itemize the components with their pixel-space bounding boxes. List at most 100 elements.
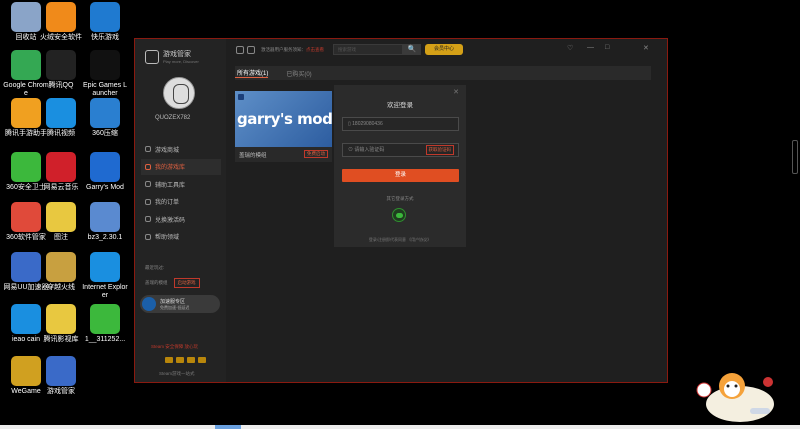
desktop-icon[interactable]: 快乐游戏: [82, 2, 128, 42]
desktop-icon[interactable]: 火绒安全软件: [38, 2, 84, 42]
game-card[interactable]: garry's mod 盖瑞的模组 免费启动: [235, 91, 332, 162]
redeem-icon: [145, 216, 151, 222]
store-icon: [145, 146, 151, 152]
desktop-icon[interactable]: 游戏管家: [38, 356, 84, 396]
accelerator-zone[interactable]: 加速服专区 免费加速·低延迟: [140, 295, 220, 313]
recycle-bin-icon: [11, 2, 41, 32]
refresh-icon[interactable]: [247, 46, 255, 54]
sidebar-item-help[interactable]: 帮助领域: [141, 229, 221, 245]
sidebar-item-library[interactable]: 我的游戏库: [141, 158, 221, 175]
scrollbar[interactable]: [792, 140, 798, 174]
code-placeholder: 请输入验证码: [354, 147, 385, 153]
orders-icon: [145, 198, 151, 205]
folder-icon: [46, 304, 76, 334]
desktop-icon-label: 腾讯影视库: [43, 336, 79, 343]
desktop-icon-label: bz3_2.30.1: [87, 234, 123, 241]
sidebar-item-store[interactable]: 游戏商城: [141, 141, 221, 157]
netease-music-icon: [46, 152, 76, 182]
library-tabs: 所有游戏(1) 已购买(0): [235, 66, 651, 80]
desktop-icon-label: Epic Games Launcher: [83, 82, 127, 97]
sidebar-item-redeem[interactable]: 兑换激活码: [141, 211, 221, 227]
tencent-video-icon: [46, 98, 76, 128]
taskbar: [0, 425, 800, 429]
vip-button[interactable]: 会员中心: [425, 44, 463, 55]
taskbar-item[interactable]: [215, 425, 241, 429]
sidebar-item-label: 帮助领域: [155, 235, 180, 241]
desktop-icon[interactable]: 腾讯QQ: [38, 50, 84, 90]
close-icon[interactable]: ✕: [453, 88, 459, 96]
brand-title: 游戏管家: [163, 51, 191, 58]
app-icon: [90, 202, 120, 232]
desktop-icon[interactable]: 腾讯影视库: [38, 304, 84, 344]
uu-icon: [11, 252, 41, 282]
close-icon[interactable]: ✕: [643, 44, 649, 52]
agreement-text[interactable]: 登录/注册即代表同意 《用户协议》: [334, 237, 466, 243]
desktop-icon-label: 腾讯视频: [47, 130, 75, 137]
desktop-icon-label: Internet Explorer: [82, 284, 128, 299]
sidebar-item-label: 我的订单: [155, 200, 180, 206]
desktop-icon[interactable]: 腾讯视频: [38, 98, 84, 138]
ie-icon: [90, 252, 120, 282]
back-icon[interactable]: [236, 46, 244, 54]
recent-launch-button[interactable]: 启动游戏: [173, 278, 200, 288]
huorong-icon: [46, 2, 76, 32]
badge-row: [165, 357, 206, 363]
gift-icon[interactable]: ♡: [567, 44, 573, 52]
desktop-icon[interactable]: Epic Games Launcher: [82, 50, 128, 98]
wegame-icon: [11, 356, 41, 386]
desktop-icon-label: 游戏管家: [47, 388, 75, 395]
desktop-icon-label: 腾讯QQ: [48, 82, 74, 89]
sidebar-footer: Steam游戏一站式: [159, 371, 195, 376]
game-manager-icon: [46, 356, 76, 386]
login-button[interactable]: 登录: [342, 169, 459, 182]
launch-button[interactable]: 免费启动: [304, 150, 328, 158]
desktop-icon[interactable]: 360压缩: [82, 98, 128, 138]
badge-icon: [176, 357, 184, 363]
sidebar-item-label: 我的游戏库: [155, 165, 186, 171]
search-input[interactable]: 搜索游戏: [333, 44, 403, 55]
desktop-icon[interactable]: Internet Explorer: [82, 252, 128, 300]
sidebar-item-label: 游戏商城: [155, 147, 180, 154]
recent-title: 最近玩过:: [145, 265, 165, 270]
brand-subtitle: Play more, Discover: [163, 59, 199, 64]
desktop-icon-label: 网易云音乐: [43, 184, 79, 191]
crossfire-icon: [46, 252, 76, 282]
avatar[interactable]: [163, 77, 195, 109]
garrys-mod-icon: [90, 152, 120, 182]
desktop-icon[interactable]: bz3_2.30.1: [82, 202, 128, 242]
epic-icon: [90, 50, 120, 80]
tab-purchased[interactable]: 已购买(0): [284, 69, 311, 78]
maximize-icon[interactable]: □: [605, 44, 609, 51]
ie-icon: [11, 304, 41, 334]
desktop-icon[interactable]: Garry's Mod: [82, 152, 128, 192]
badge-icon: [187, 357, 195, 363]
game-name: 盖瑞的模组: [239, 153, 267, 159]
desktop-icon[interactable]: 网易云音乐: [38, 152, 84, 192]
recent-game[interactable]: 盖瑞的模组: [145, 280, 168, 286]
desktop-icon-label: 快乐游戏: [91, 34, 119, 41]
minimize-icon[interactable]: —: [587, 44, 594, 51]
zip-icon: [90, 98, 120, 128]
search-icon[interactable]: 🔍: [403, 44, 421, 55]
desktop-icon-label: 穿越火线: [47, 284, 75, 291]
desktop-icon[interactable]: 1__311252...: [82, 304, 128, 344]
tools-icon: [145, 181, 151, 187]
accelerator-title: 加速服专区: [160, 298, 186, 305]
wechat-icon[interactable]: [392, 208, 406, 222]
steam-icon: [238, 94, 244, 100]
sidebar-item-tools[interactable]: 辅助工具库: [141, 176, 221, 192]
game-art: garry's mod: [235, 91, 332, 147]
sidebar-item-orders[interactable]: 我的订单: [141, 194, 221, 210]
library-icon: [145, 163, 151, 170]
desktop-icon[interactable]: 图注: [38, 202, 84, 242]
phone-field[interactable]: ▯ 18029080436: [342, 117, 459, 131]
notice-link[interactable]: 点击查看: [306, 47, 324, 52]
shopping-bag-icon: [145, 49, 159, 64]
tab-all-games[interactable]: 所有游戏(1): [235, 68, 269, 78]
login-dialog: ✕ 欢迎登录 ▯ 18029080436 ⊙ 请输入验证码 获取验证码 登录 其…: [334, 85, 466, 247]
app-icon: [90, 304, 120, 334]
get-code-button[interactable]: 获取验证码: [425, 145, 454, 155]
desktop-icon[interactable]: 穿越火线: [38, 252, 84, 292]
secure-text: Steam 安全保障 放心玩: [151, 344, 199, 349]
sidebar: 游戏管家 Play more, Discover QUOZEX782 游戏商城 …: [135, 39, 226, 382]
